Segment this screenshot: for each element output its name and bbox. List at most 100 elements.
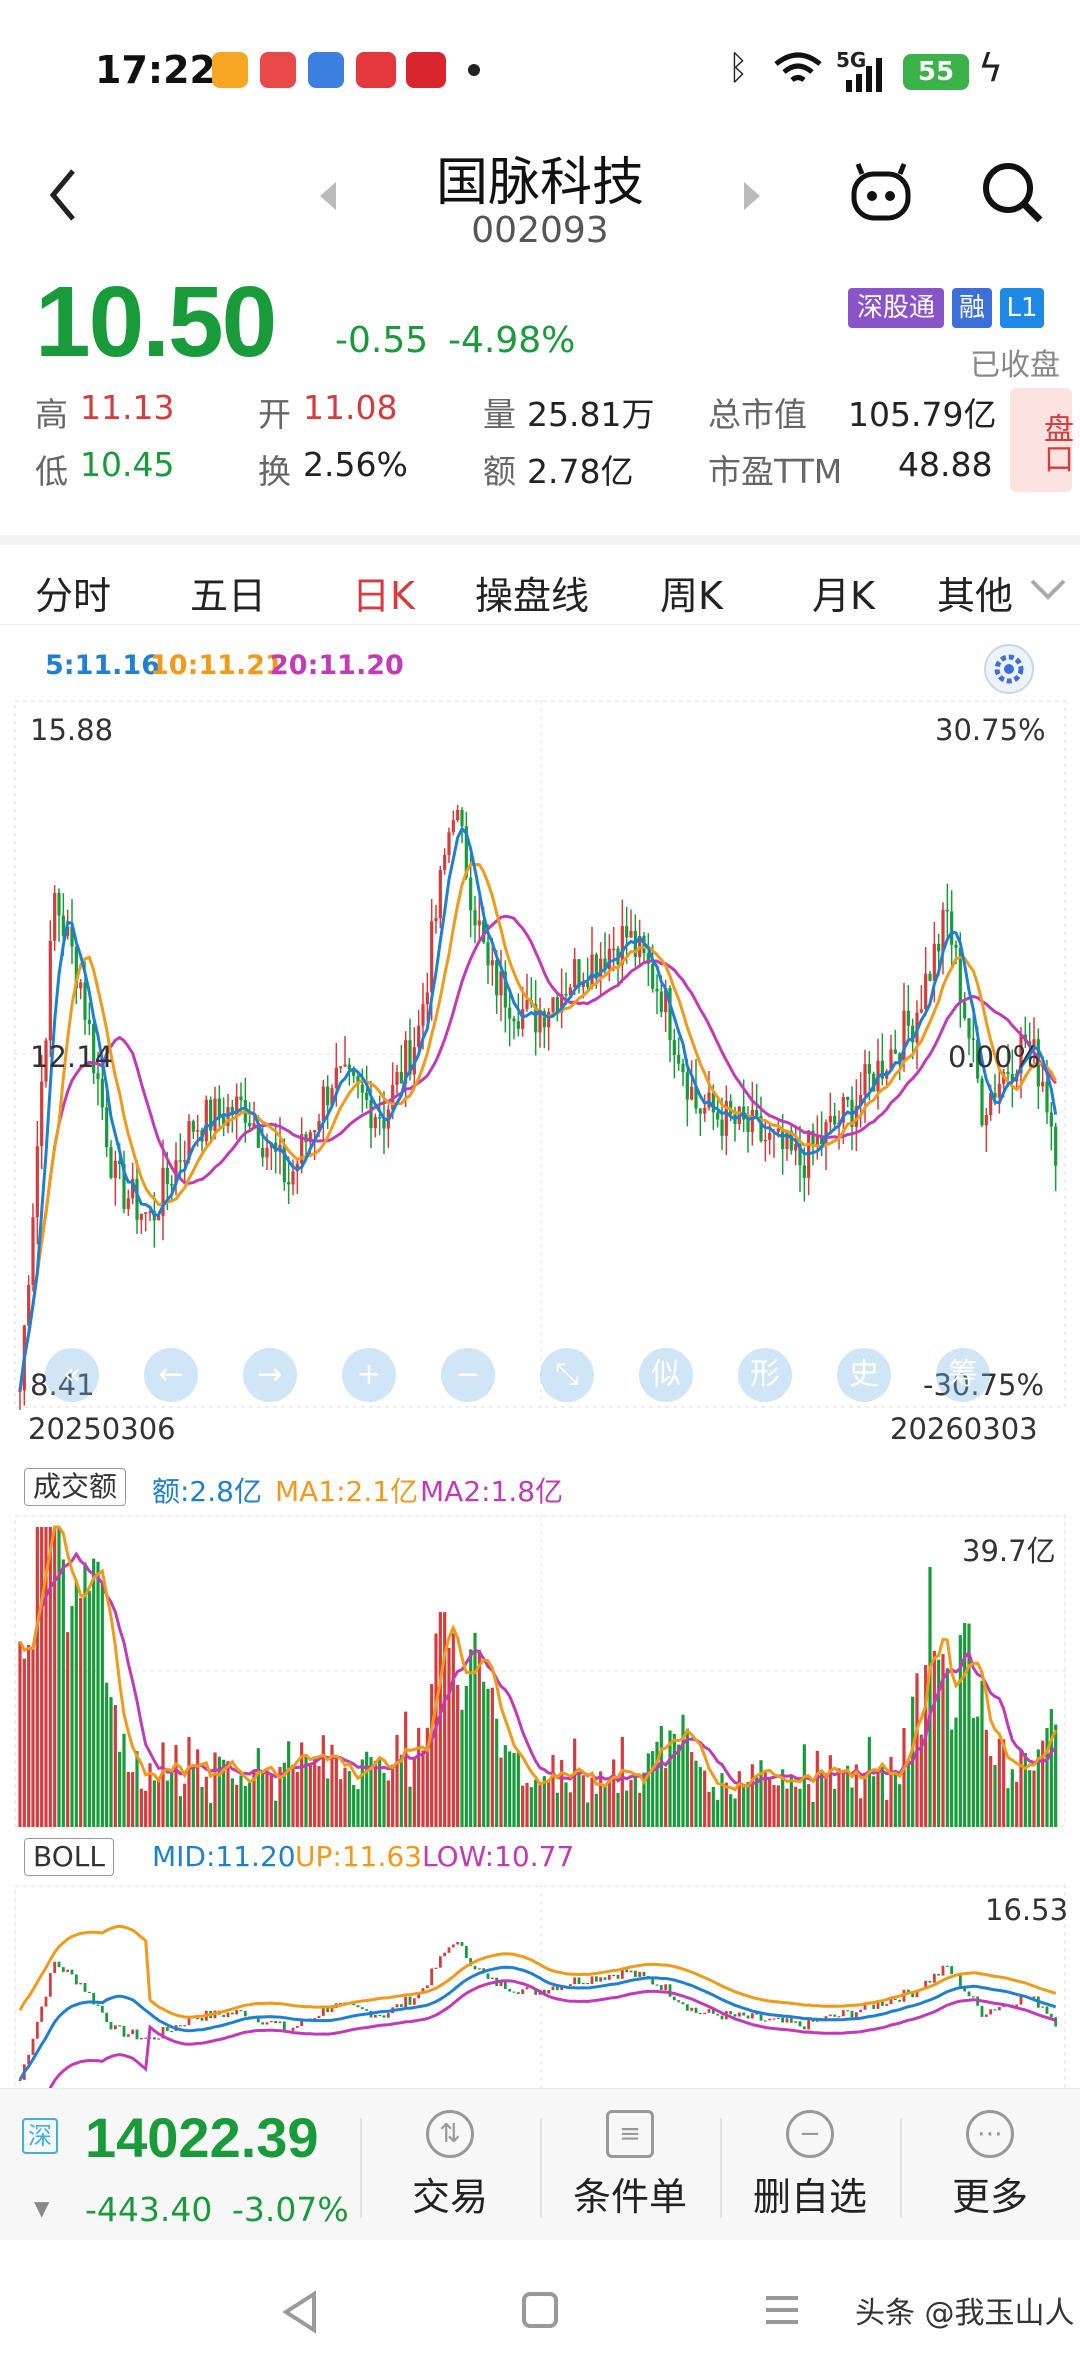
eastmoney-app-icon	[406, 52, 446, 88]
stock-code: 002093	[471, 210, 609, 251]
trade-button[interactable]: ⇅ 交易	[370, 2110, 530, 2221]
badge-margin: 融	[952, 288, 992, 328]
toutiao-app-icon	[356, 52, 396, 88]
date-end: 20260303	[890, 1412, 1038, 1446]
low-value: 10.45	[80, 445, 175, 484]
price-change: -0.55	[335, 320, 429, 361]
pankou-button[interactable]: 盘口	[1010, 388, 1073, 492]
chart-tabs: 分时 五日 日K 操盘线 周K 月K 其他	[0, 535, 1080, 625]
market-state: 已收盘	[970, 348, 1060, 383]
pan-left-button[interactable]: ←	[144, 1348, 198, 1402]
high-value: 11.13	[80, 388, 175, 427]
index-change: -443.40	[85, 2190, 213, 2229]
prev-stock-icon[interactable]	[316, 178, 340, 214]
boll-up: UP:11.63	[295, 1840, 422, 1873]
amount-value: 2.78亿	[527, 452, 634, 491]
more-label: 更多	[951, 2175, 1028, 2219]
chevron-down-icon[interactable]	[1028, 577, 1068, 601]
status-time: 17:22	[95, 48, 216, 92]
volume-ma2: MA2:1.8亿	[420, 1475, 564, 1508]
index-arrow-icon: ▼	[34, 2196, 50, 2220]
boll-indicator-selector[interactable]: BOLL	[24, 1838, 114, 1876]
current-price: 10.50	[35, 266, 277, 378]
fullscreen-button[interactable]: ⤡	[540, 1348, 594, 1402]
pe-value: 48.88	[898, 445, 993, 484]
tab-daily-k[interactable]: 日K	[352, 565, 415, 620]
tab-intraday[interactable]: 分时	[35, 565, 111, 620]
index-change-pct: -3.07%	[232, 2190, 349, 2229]
open-label: 开	[258, 395, 291, 434]
kline-mid-price: 12.14	[30, 1040, 114, 1074]
ma10-legend: 10:11.21	[150, 650, 284, 681]
nav-back-icon[interactable]	[280, 2290, 320, 2334]
turnover-value: 2.56%	[303, 445, 408, 484]
boll-chart[interactable]	[14, 1885, 1066, 2088]
nav-home-icon[interactable]	[520, 2290, 560, 2330]
volume-value: 25.81万	[527, 395, 655, 434]
volume-max-label: 39.7亿	[962, 1534, 1056, 1568]
tab-trading-line[interactable]: 操盘线	[475, 565, 589, 620]
history-button[interactable]: 史	[837, 1348, 891, 1402]
market-cap-value: 105.79亿	[848, 395, 997, 434]
kline-chart[interactable]	[14, 700, 1066, 1410]
condition-order-button[interactable]: ≡ 条件单	[550, 2110, 710, 2221]
remove-watchlist-label: 删自选	[752, 2175, 867, 2219]
watermark-text: 头条 @我玉山人	[855, 2296, 1075, 2331]
back-icon[interactable]	[45, 165, 81, 225]
badge-sgt: 深股通	[848, 288, 944, 328]
next-stock-icon[interactable]	[740, 178, 764, 214]
remove-watchlist-button[interactable]: − 删自选	[730, 2110, 890, 2221]
volume-indicator-selector[interactable]: 成交额	[24, 1468, 127, 1506]
boll-mid: MID:11.20	[152, 1840, 296, 1873]
badge-l1: L1	[1000, 288, 1044, 328]
tab-weekly-k[interactable]: 周K	[660, 565, 723, 620]
system-navigation-bar: 头条 @我玉山人	[0, 2240, 1080, 2373]
market-cap-label: 总市值	[708, 395, 807, 434]
trade-label: 交易	[411, 2175, 488, 2219]
kline-max-price: 15.88	[30, 713, 114, 747]
zoom-out-button[interactable]: −	[441, 1348, 495, 1402]
price-change-pct: -4.98%	[448, 320, 576, 361]
status-bar: 17:22 ᛒ 5G 55 ϟ	[0, 0, 1080, 140]
battery-indicator: 55	[903, 54, 969, 90]
zoom-in-button[interactable]: +	[342, 1348, 396, 1402]
condition-order-icon: ≡	[606, 2110, 654, 2158]
stock-name: 国脉科技	[435, 153, 644, 213]
volume-label: 量	[483, 395, 516, 434]
tab-monthly-k[interactable]: 月K	[812, 565, 875, 620]
index-value[interactable]: 14022.39	[85, 2105, 319, 2170]
bluetooth-icon: ᛒ	[728, 48, 749, 88]
volume-ma1: MA1:2.1亿	[275, 1475, 419, 1508]
charging-icon: ϟ	[978, 46, 1004, 90]
search-icon[interactable]	[980, 160, 1046, 226]
ma20-legend: 20:11.20	[270, 650, 404, 681]
boll-max-label: 16.53	[985, 1893, 1069, 1927]
nav-menu-icon[interactable]	[762, 2290, 802, 2330]
open-value: 11.08	[303, 388, 398, 427]
high-label: 高	[35, 395, 68, 434]
more-notifications-dot	[468, 64, 480, 76]
signal-icon	[846, 58, 882, 92]
pattern-button[interactable]: 形	[738, 1348, 792, 1402]
trade-icon: ⇅	[426, 2110, 474, 2158]
chips-button[interactable]: 筹	[936, 1348, 990, 1402]
pan-right-button[interactable]: →	[243, 1348, 297, 1402]
low-label: 低	[35, 452, 68, 491]
settings-gear-icon[interactable]	[982, 642, 1036, 696]
divider	[720, 2118, 722, 2218]
pe-label: 市盈TTM	[708, 452, 843, 491]
more-dots-icon: ⋯	[966, 2110, 1014, 2158]
more-button[interactable]: ⋯ 更多	[910, 2110, 1070, 2221]
robot-assistant-icon[interactable]	[848, 160, 914, 226]
ma5-legend: 5:11.16	[45, 650, 160, 681]
browser-app-icon	[308, 52, 344, 88]
volume-chart[interactable]	[14, 1515, 1066, 1827]
similar-button[interactable]: 似	[639, 1348, 693, 1402]
market-index-label: 深	[22, 2118, 58, 2154]
condition-order-label: 条件单	[572, 2175, 687, 2219]
app-notification-icon	[212, 52, 248, 88]
tab-other[interactable]: 其他	[937, 565, 1013, 620]
tab-five-day[interactable]: 五日	[190, 565, 266, 620]
zoom-first-button[interactable]: «	[45, 1348, 99, 1402]
amount-label: 额	[483, 452, 516, 491]
